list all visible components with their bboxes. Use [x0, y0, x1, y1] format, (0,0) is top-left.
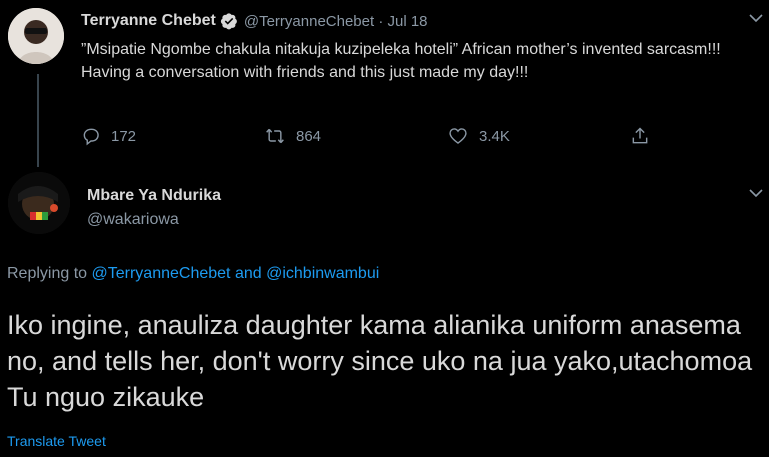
retweet-count: 864 — [296, 127, 322, 145]
reply-text: Iko ingine, anauliza daughter kama alian… — [7, 310, 753, 412]
reply-author-name[interactable]: Mbare Ya Ndurika — [87, 187, 221, 205]
author-name[interactable]: Terryanne Chebet — [81, 12, 216, 30]
reply-button[interactable]: 172 — [81, 123, 136, 149]
share-button[interactable] — [630, 123, 650, 149]
like-count: 3.4K — [479, 127, 510, 145]
replying-to-label: Replying to — [7, 265, 88, 282]
replying-to-and: and — [234, 265, 262, 282]
avatar-terryanne[interactable] — [8, 8, 64, 64]
tweet-header: Terryanne Chebet @TerryanneChebet · Jul … — [81, 10, 428, 32]
replying-to-user-link[interactable]: @ichbinwambui — [266, 265, 379, 282]
reply-icon — [83, 128, 99, 146]
like-icon — [449, 128, 467, 144]
tweet-actions: 172 864 3.4K — [81, 123, 681, 149]
chevron-down-icon[interactable] — [748, 10, 764, 29]
retweet-icon — [266, 128, 284, 144]
translate-tweet-link[interactable]: Translate Tweet — [7, 433, 106, 449]
avatar-image — [8, 172, 70, 234]
reply-count: 172 — [111, 127, 137, 145]
retweet-button[interactable]: 864 — [264, 123, 321, 149]
thread-line — [37, 74, 39, 167]
tweet-text: ”Msipatie Ngombe chakula nitakuja kuzipe… — [81, 41, 721, 81]
like-button[interactable]: 3.4K — [447, 123, 510, 149]
reply-handle[interactable]: @wakariowa — [87, 211, 179, 229]
avatar-image — [8, 8, 64, 64]
verified-badge-icon — [220, 12, 238, 30]
chevron-down-icon[interactable] — [748, 185, 764, 204]
replying-to-user-link[interactable]: @TerryanneChebet — [92, 265, 231, 282]
avatar-mbare[interactable] — [8, 172, 70, 234]
share-icon — [632, 127, 648, 144]
handle-and-time[interactable]: @TerryanneChebet · Jul 18 — [244, 13, 428, 30]
replying-to-line: Replying to @TerryanneChebet and @ichbin… — [7, 265, 379, 283]
